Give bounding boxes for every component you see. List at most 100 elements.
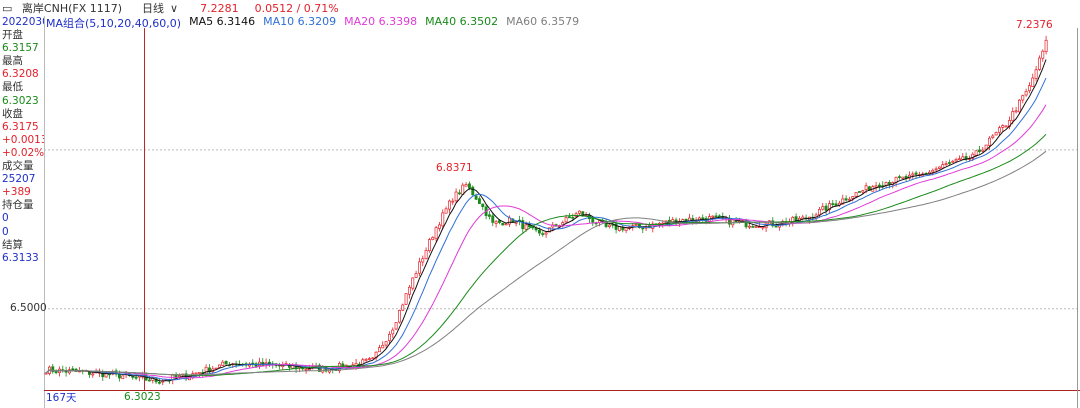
candle-body <box>217 364 221 368</box>
candle-body <box>414 273 418 278</box>
quote-field-14: 持仓量 <box>2 199 34 212</box>
candle-body <box>177 375 181 378</box>
candle-body <box>401 304 405 311</box>
last-label: 7.2376 <box>1016 19 1053 32</box>
candle-body <box>761 226 765 229</box>
quote-field-4: 6.3208 <box>2 68 39 81</box>
candle-body <box>977 149 981 152</box>
candle-body <box>981 149 985 152</box>
candle-body <box>321 366 325 373</box>
quote-field-13: +389 <box>2 186 31 199</box>
candle-body <box>1041 50 1045 59</box>
candle-body <box>847 198 851 201</box>
candle-body <box>307 368 311 371</box>
candle-body <box>1021 95 1025 101</box>
candle-body <box>931 169 935 173</box>
candle-body <box>474 195 478 200</box>
candle-body <box>421 258 425 263</box>
instrument-name: 离岸CNH(FX 1117) <box>21 2 123 15</box>
candle-body <box>424 250 428 260</box>
candle-body <box>224 360 228 365</box>
candle-body <box>591 217 595 223</box>
candle-body <box>951 160 955 163</box>
candle-body <box>487 214 491 217</box>
candle-body <box>431 237 435 240</box>
candle-body <box>381 344 385 349</box>
high-label: 6.8371 <box>436 161 473 174</box>
quote-field-17: 结算 <box>2 238 23 251</box>
candle-body <box>874 185 878 188</box>
candle-body <box>417 261 421 274</box>
candle-body <box>994 132 998 136</box>
candle-body <box>821 206 825 210</box>
candle-body <box>877 184 881 187</box>
candlestick-chart[interactable] <box>44 28 1080 408</box>
candle-body <box>961 156 965 160</box>
candle-body <box>91 373 95 376</box>
candle-body <box>564 217 568 223</box>
candle-body <box>471 186 475 196</box>
y-axis-tick: 6.5000 <box>10 301 47 314</box>
ma10-line <box>45 77 1047 381</box>
quote-field-2: 6.3157 <box>2 42 39 55</box>
top-bar: ▭ 离岸CNH(FX 1117) 日线 ∨ 7.2281 0.0512 / 0.7… <box>0 0 1080 16</box>
candle-body <box>1027 85 1031 92</box>
candle-body <box>717 215 721 218</box>
candle-body <box>537 229 541 234</box>
candle-body <box>131 376 135 378</box>
chevron-down-icon: ∨ <box>170 2 179 15</box>
quote-field-15: 0 <box>2 212 9 225</box>
candle-body <box>157 381 161 384</box>
candle-body <box>147 379 151 382</box>
days-label: 167天 <box>46 392 77 404</box>
candle-body <box>544 232 548 235</box>
menu-icon: ▭ <box>2 2 13 15</box>
candle-body <box>947 162 951 164</box>
candle-body <box>934 168 938 171</box>
candle-body <box>1011 111 1015 121</box>
candle-body <box>817 209 821 216</box>
candle-body <box>524 224 528 230</box>
candle-body <box>44 372 48 375</box>
candle-body <box>944 163 948 165</box>
last-price: 7.2281 <box>200 1 239 15</box>
period-selector[interactable]: 日线 ∨ <box>142 0 184 16</box>
candle-body <box>851 196 855 199</box>
candle-body <box>467 183 471 189</box>
candle-body <box>751 226 755 228</box>
candle-body <box>427 239 431 252</box>
candle-body <box>954 158 958 162</box>
candle-body <box>957 158 961 161</box>
candle-body <box>571 216 575 219</box>
candle-body <box>404 293 408 305</box>
quote-field-1: 开盘 <box>2 29 23 42</box>
candle-body <box>197 372 201 374</box>
candle-body <box>491 215 495 223</box>
instrument-menu[interactable]: ▭ 离岸CNH(FX 1117) <box>2 0 128 16</box>
candle-body <box>714 215 718 218</box>
candle-body <box>507 217 511 225</box>
candle-body <box>447 200 451 210</box>
quote-field-9: +0.0013 <box>2 133 44 146</box>
candle-body <box>494 221 498 224</box>
candle-body <box>501 222 505 226</box>
candle-body <box>71 368 75 371</box>
quote-field-5: 最低 <box>2 81 23 94</box>
candle-body <box>391 329 395 335</box>
candle-body <box>1017 99 1021 113</box>
quote-field-11: 成交量 <box>2 160 34 173</box>
candle-body <box>121 375 125 379</box>
candle-body <box>444 208 448 214</box>
candle-body <box>897 176 901 178</box>
candle-body <box>1004 125 1008 128</box>
candle-body <box>711 215 715 218</box>
candle-body <box>774 225 778 228</box>
quote-panel: 20220301开盘6.3157最高6.3208最低6.3023收盘6.3175… <box>0 16 45 408</box>
candle-body <box>861 190 865 193</box>
price-change: 0.0512 / 0.71% <box>254 1 339 15</box>
candle-body <box>411 277 415 289</box>
candle-body <box>1024 91 1028 96</box>
quote-field-16: 0 <box>2 225 9 238</box>
candle-body <box>617 226 621 231</box>
candle-body <box>937 166 941 169</box>
